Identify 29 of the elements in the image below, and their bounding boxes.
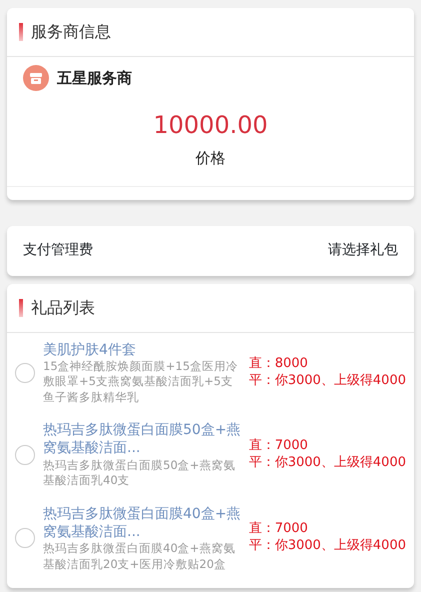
commission-note: 平：你3000、上级得4000: [248, 372, 406, 390]
gift-select-link[interactable]: 请选择礼包: [328, 240, 398, 261]
section-title: 服务商信息: [31, 21, 111, 43]
gift-item[interactable]: 美肌护肤4件套 15盒神经酰胺焕颜面膜+15盒医用冷敷眼罩+5支燕窝氨基酸洁面乳+5支鱼子酱多肽精华乳 直：8000 平：你3000、上级得4000: [15, 332, 406, 414]
payment-label: 支付管理费: [23, 241, 93, 260]
gift-item[interactable]: 热玛吉多肽微蛋白面膜50盒+燕窝氨基酸洁面... 热玛吉多肽微蛋白面膜50盒+燕窝氨基酸洁面乳40支 直：7000 平：你3000、上级得4000: [15, 413, 406, 497]
gift-title: 热玛吉多肽微蛋白面膜50盒+燕窝氨基酸洁面...: [43, 421, 241, 458]
section-title: 礼品列表: [31, 296, 95, 318]
commission-note: 直：7000: [248, 521, 309, 538]
gift-title: 美肌护肤4件套: [43, 340, 137, 359]
payment-row[interactable]: 支付管理费 请选择礼包: [7, 226, 414, 276]
gift-item[interactable]: 热玛吉多肽微蛋白面膜40盒+燕窝氨基酸洁面... 热玛吉多肽微蛋白面膜40盒+燕窝氨基酸洁面乳20支+医用冷敷贴20盒 直：7000 平：你3000、上级得4000: [15, 496, 406, 580]
gift-description: 热玛吉多肽微蛋白面膜40盒+燕窝氨基酸洁面乳20支+医用冷敷贴20盒: [43, 541, 236, 572]
radio-button[interactable]: [15, 362, 35, 383]
accent-bar: [19, 23, 23, 41]
gift-description: 15盒神经酰胺焕颜面膜+15盒医用冷敷眼罩+5支燕窝氨基酸洁面乳+5支鱼子酱多肽精华乳: [43, 358, 239, 406]
gift-description: 热玛吉多肽微蛋白面膜50盒+燕窝氨基酸洁面乳40支: [43, 458, 236, 489]
commission-note: 直：7000: [248, 438, 309, 455]
gift-title: 热玛吉多肽微蛋白面膜40盒+燕窝氨基酸洁面...: [43, 504, 241, 542]
shop-icon: [23, 65, 49, 91]
commission-note: 直：8000: [248, 356, 309, 373]
provider-name: 五星服务商: [57, 68, 132, 89]
commission-note: 平：你3000、上级得4000: [248, 538, 406, 556]
accent-bar: [19, 298, 23, 316]
price-label: 价格: [194, 148, 226, 169]
commission-note: 平：你3000、上级得4000: [248, 454, 406, 472]
radio-button[interactable]: [15, 528, 35, 548]
price-value: 10000.00: [152, 110, 269, 141]
radio-button[interactable]: [15, 444, 35, 465]
